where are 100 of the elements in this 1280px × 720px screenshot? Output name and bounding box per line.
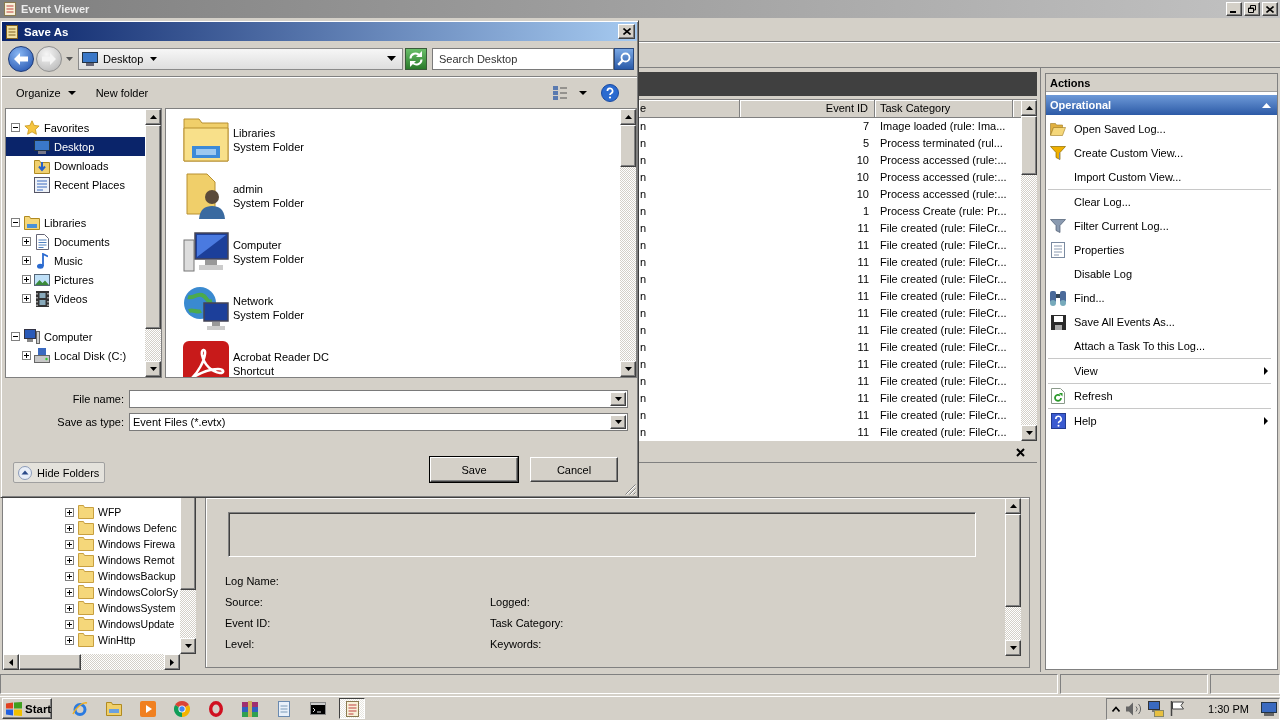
nav-item[interactable]: Pictures [31, 270, 145, 289]
action-item[interactable]: Create Custom View... [1046, 141, 1277, 165]
caret-down-icon[interactable] [387, 56, 396, 61]
expand-icon[interactable] [65, 571, 74, 581]
scroll-thumb[interactable] [19, 654, 81, 670]
collapse-icon[interactable] [11, 332, 20, 341]
nav-item[interactable]: Libraries [20, 213, 145, 232]
cancel-button[interactable]: Cancel [530, 457, 618, 482]
scroll-right-button[interactable] [164, 654, 180, 670]
tree-item[interactable]: WinHttp [78, 633, 136, 647]
file-name[interactable]: Computer [233, 238, 304, 252]
action-item[interactable]: Open Saved Log... [1046, 117, 1277, 141]
nav-item[interactable]: Downloads [6, 156, 145, 175]
column-header[interactable]: Task Category [875, 100, 1013, 118]
scroll-up-button[interactable] [1021, 100, 1037, 116]
action-item[interactable]: Help [1046, 409, 1277, 433]
scroll-down-button[interactable] [180, 638, 196, 654]
scroll-down-button[interactable] [1021, 425, 1037, 441]
file-name[interactable]: admin [233, 182, 304, 196]
speaker-icon[interactable] [1126, 701, 1142, 716]
scrollbar[interactable] [145, 109, 161, 377]
scrollbar[interactable] [620, 109, 636, 377]
nav-item[interactable]: Favorites [20, 118, 145, 137]
file-name[interactable]: Acrobat Reader DC [233, 350, 329, 364]
scrollbar[interactable] [1005, 498, 1021, 656]
dropdown-button[interactable] [610, 415, 626, 429]
expand-icon[interactable] [65, 539, 74, 549]
scroll-down-button[interactable] [1005, 640, 1021, 656]
file-name[interactable]: Libraries [233, 126, 304, 140]
chevron-up-icon[interactable] [1112, 705, 1120, 712]
file-name-field[interactable] [129, 390, 628, 408]
clock[interactable]: 1:30 PM [1208, 702, 1249, 715]
scroll-thumb[interactable] [620, 125, 636, 167]
scroll-thumb[interactable] [145, 125, 161, 329]
dropdown-button[interactable] [610, 392, 626, 406]
search-button[interactable] [614, 47, 634, 70]
search-field[interactable]: Search Desktop [432, 47, 614, 70]
resize-grip-icon[interactable] [625, 484, 636, 495]
caret-up-icon[interactable] [1262, 102, 1271, 108]
scrollbar[interactable] [3, 654, 180, 670]
scroll-thumb[interactable] [180, 497, 196, 590]
tree-item[interactable]: Windows Remot [78, 553, 175, 567]
column-header[interactable]: Event ID [740, 100, 875, 118]
new-folder-button[interactable]: New folder [91, 83, 153, 103]
flag-icon[interactable] [1170, 701, 1184, 716]
expand-icon[interactable] [65, 555, 74, 565]
tree-item[interactable]: WindowsColorSy [78, 585, 178, 599]
show-desktop-icon[interactable] [1261, 701, 1277, 716]
monitor-icon[interactable] [1148, 700, 1164, 717]
column-header[interactable]: e [639, 100, 740, 118]
nav-item[interactable]: Recent Places [6, 175, 145, 194]
start-button[interactable]: Start [2, 698, 52, 719]
scrollbar[interactable] [180, 497, 196, 654]
nav-item[interactable]: Music [31, 251, 145, 270]
save-button[interactable]: Save [430, 457, 518, 482]
view-options-button[interactable] [551, 83, 569, 103]
scroll-left-button[interactable] [3, 654, 19, 670]
collapse-icon[interactable] [11, 123, 20, 132]
tree-item[interactable]: WindowsUpdate [78, 617, 175, 631]
nav-item[interactable]: Desktop [6, 137, 145, 156]
expand-icon[interactable] [22, 275, 31, 284]
scrollbar[interactable] [1021, 100, 1037, 441]
nav-item[interactable]: Documents [31, 232, 145, 251]
expand-icon[interactable] [22, 237, 31, 246]
scroll-up-button[interactable] [1005, 498, 1021, 514]
taskbar-button[interactable] [339, 698, 365, 719]
action-item[interactable]: Filter Current Log... [1046, 214, 1277, 238]
hide-folders-button[interactable]: Hide Folders [13, 462, 106, 483]
action-item[interactable]: Save All Events As... [1046, 310, 1277, 334]
organize-button[interactable]: Organize [12, 83, 80, 103]
expand-icon[interactable] [65, 587, 74, 597]
expand-icon[interactable] [65, 619, 74, 629]
action-item[interactable]: Attach a Task To this Log... [1046, 334, 1277, 358]
collapse-icon[interactable] [11, 218, 20, 227]
back-button[interactable] [8, 45, 34, 72]
scroll-up-button[interactable] [620, 109, 636, 125]
expand-icon[interactable] [22, 256, 31, 265]
scroll-up-button[interactable] [145, 109, 161, 125]
scroll-thumb[interactable] [1021, 116, 1037, 175]
breadcrumb-item[interactable]: Desktop [103, 52, 144, 65]
tree-item[interactable]: Windows Firewa [78, 537, 176, 551]
tree-item[interactable]: WFP [78, 505, 122, 519]
action-item[interactable]: Find... [1046, 286, 1277, 310]
file-name[interactable]: Network [233, 294, 304, 308]
restore-button[interactable] [1244, 2, 1260, 16]
nav-item[interactable]: Local Disk (C:) [31, 346, 145, 365]
scroll-thumb[interactable] [1005, 514, 1021, 607]
expand-icon[interactable] [65, 523, 74, 533]
scroll-down-button[interactable] [620, 361, 636, 377]
caret-down-icon[interactable] [150, 56, 158, 61]
nav-item[interactable]: Videos [31, 289, 145, 308]
section-header[interactable]: Operational [1046, 95, 1277, 115]
action-item[interactable]: Import Custom View... [1046, 165, 1277, 189]
refresh-button[interactable] [405, 47, 427, 70]
action-item[interactable]: View [1046, 359, 1277, 383]
tree-item[interactable]: WindowsBackup [78, 569, 176, 583]
action-item[interactable]: Refresh [1046, 384, 1277, 408]
minimize-button[interactable] [1226, 2, 1242, 16]
nav-item[interactable]: Computer [20, 327, 145, 346]
action-item[interactable]: Clear Log... [1046, 190, 1277, 214]
